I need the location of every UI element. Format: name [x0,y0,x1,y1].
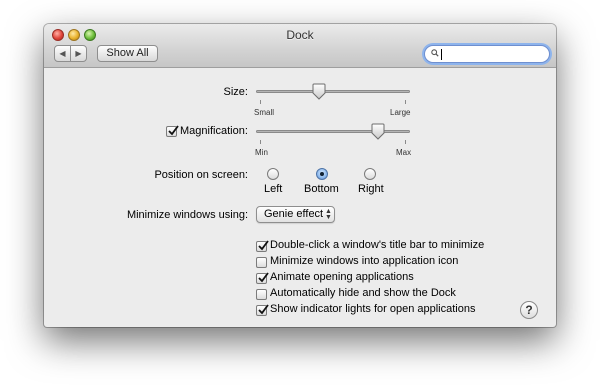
magnification-checkbox[interactable] [166,125,179,137]
auto-hide-dock-label: Automatically hide and show the Dock [270,287,456,299]
size-slider[interactable] [256,90,410,93]
double-click-minimize-checkbox[interactable] [256,240,269,252]
magnification-min-label: Min [255,148,268,157]
back-arrow-icon: ◀ [59,49,66,58]
window-title: Dock [286,28,314,42]
dock-preferences-window: Dock ◀ ▶ Show All Size: Small Large Magn… [44,24,556,327]
show-all-button[interactable]: Show All [97,45,158,62]
magnification-slider-thumb[interactable] [371,123,385,140]
text-cursor [441,49,442,60]
magnification-tick-max [405,140,406,144]
position-bottom-label: Bottom [304,183,339,195]
checkmark-icon [258,272,269,283]
animate-opening-label: Animate opening applications [270,271,414,283]
help-icon: ? [525,303,533,317]
magnification-label: Magnification: [180,125,248,137]
search-field[interactable] [424,45,550,63]
popup-arrows-icon: ▲ ▼ [325,208,332,221]
minimize-effect-value: Genie effect [264,208,324,220]
auto-hide-dock-checkbox[interactable] [256,289,267,300]
size-tick-max [405,100,406,104]
size-slider-thumb[interactable] [312,83,326,100]
magnification-max-label: Max [396,148,412,157]
size-tick-min [260,100,261,104]
animate-opening-checkbox[interactable] [256,272,269,284]
magnification-tick-min [260,140,261,144]
minimize-label: Minimize windows using: [126,209,248,221]
minimize-effect-popup[interactable]: Genie effect ▲ ▼ [256,206,335,223]
back-forward-control: ◀ ▶ [54,45,87,62]
forward-arrow-icon: ▶ [75,49,82,58]
size-min-label: Small [254,108,275,117]
position-left-label: Left [264,183,283,195]
minimize-into-icon-checkbox[interactable] [256,257,267,268]
indicator-lights-label: Show indicator lights for open applicati… [270,303,476,315]
size-label: Size: [223,86,248,98]
checkmark-icon [258,240,269,251]
position-right-radio[interactable] [364,168,376,180]
help-button[interactable]: ? [520,301,538,319]
size-max-label: Large [390,108,411,117]
minimize-into-icon-label: Minimize windows into application icon [270,255,459,267]
forward-button[interactable]: ▶ [71,46,86,61]
magnification-slider[interactable] [256,130,410,133]
title-bar[interactable]: Dock ◀ ▶ Show All [44,24,556,68]
position-right-label: Right [358,183,384,195]
search-icon [431,49,439,57]
position-bottom-radio[interactable] [316,168,328,180]
position-label: Position on screen: [154,169,248,181]
indicator-lights-checkbox[interactable] [256,304,269,316]
checkmark-icon [258,304,269,315]
position-left-radio[interactable] [267,168,279,180]
double-click-minimize-label: Double-click a window's title bar to min… [270,239,485,251]
back-button[interactable]: ◀ [55,46,71,61]
checkmark-icon [168,125,179,136]
